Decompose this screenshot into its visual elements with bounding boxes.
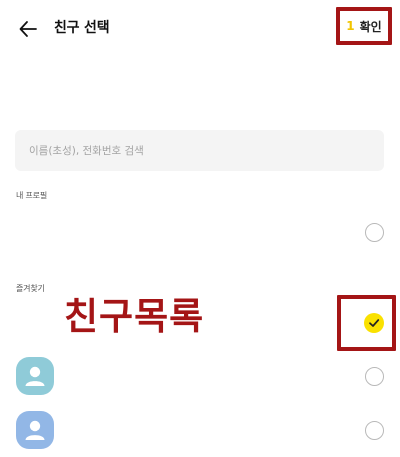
friend-select-radio[interactable] — [365, 367, 384, 386]
friend-avatar[interactable] — [16, 357, 54, 395]
annotation-label: 친구목록 — [64, 295, 205, 338]
arrow-left-icon — [19, 21, 37, 37]
confirm-button[interactable]: 1 확인 — [336, 7, 392, 45]
confirm-label: 확인 — [359, 19, 382, 34]
friend-select-radio[interactable] — [365, 421, 384, 440]
header: 친구 선택 1 확인 — [0, 0, 400, 56]
my-profile-section-label: 내 프로필 — [16, 191, 47, 200]
check-icon — [369, 319, 380, 327]
back-button[interactable] — [14, 15, 42, 43]
person-icon — [16, 357, 54, 395]
friend-select-screen: 친구 선택 1 확인 내 프로필 즐겨찾기 친구목록 — [0, 0, 400, 457]
person-icon — [16, 411, 54, 449]
friend-avatar[interactable] — [16, 411, 54, 449]
selected-checkbox[interactable] — [364, 313, 384, 333]
search-input[interactable] — [15, 130, 384, 171]
favorites-section-label: 즐겨찾기 — [16, 284, 45, 293]
my-profile-radio[interactable] — [365, 223, 384, 242]
selected-count: 1 — [346, 19, 355, 33]
page-title: 친구 선택 — [54, 20, 110, 36]
